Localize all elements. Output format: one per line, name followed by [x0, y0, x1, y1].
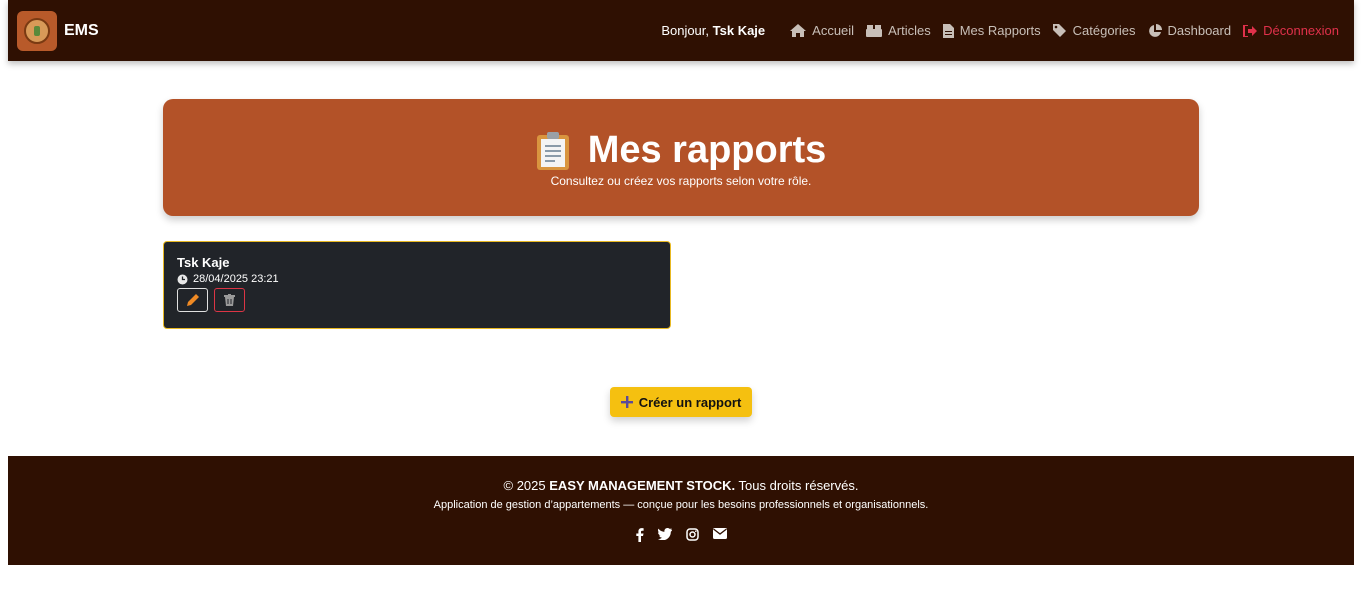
envelope-icon — [712, 528, 727, 539]
facebook-link[interactable] — [635, 528, 644, 542]
clock-icon — [177, 274, 188, 284]
create-report-label: Créer un rapport — [638, 394, 742, 410]
instagram-link[interactable] — [685, 528, 699, 542]
tags-icon — [1052, 24, 1066, 37]
nav-link-label: Dashboard — [1167, 23, 1232, 38]
brand-name: EMS — [64, 21, 99, 39]
nav-menu: Bonjour, Tsk Kaje Accueil Articles Mes R… — [661, 23, 1339, 38]
social-links — [8, 528, 1354, 542]
boxes-icon — [866, 24, 883, 37]
chart-pie-icon — [1148, 23, 1162, 37]
file-icon — [942, 23, 954, 38]
nav-link-label: Mes Rapports — [959, 23, 1041, 38]
page-header-banner: Mes rapports Consultez ou créez vos rapp… — [163, 99, 1199, 216]
clipboard-icon — [536, 131, 569, 170]
create-report-button[interactable]: Créer un rapport — [610, 387, 752, 417]
home-icon — [790, 24, 807, 37]
nav-link-label: Catégories — [1072, 23, 1136, 38]
report-actions — [177, 288, 657, 312]
nav-link-label: Articles — [888, 23, 931, 38]
twitter-link[interactable] — [657, 528, 672, 542]
footer-tagline: Application de gestion d’appartements — … — [433, 499, 929, 511]
page-title-row: Mes rapports — [163, 129, 1199, 172]
footer: © 2025 EASY MANAGEMENT STOCK. Tous droit… — [8, 456, 1354, 565]
plus-icon — [620, 396, 633, 408]
nav-link-dashboard[interactable]: Dashboard — [1148, 23, 1232, 38]
trash-icon — [224, 294, 235, 306]
nav-link-mes-rapports[interactable]: Mes Rapports — [942, 23, 1041, 38]
email-link[interactable] — [712, 528, 727, 542]
navbar: EMS Bonjour, Tsk Kaje Accueil Articles M… — [8, 0, 1354, 61]
logout-label: Déconnexion — [1263, 23, 1339, 38]
facebook-icon — [635, 528, 644, 542]
twitter-icon — [657, 528, 672, 540]
company-name: EASY MANAGEMENT STOCK. — [549, 478, 736, 493]
nav-link-accueil[interactable]: Accueil — [790, 23, 854, 38]
page-subtitle: Consultez ou créez vos rapports selon vo… — [550, 174, 812, 188]
rights-text: Tous droits réservés. — [738, 478, 859, 493]
pencil-icon — [186, 294, 199, 306]
nav-link-categories[interactable]: Catégories — [1052, 23, 1136, 38]
report-datetime: 28/04/2025 23:21 — [193, 273, 279, 285]
brand[interactable]: EMS — [17, 10, 99, 51]
copyright-prefix: © 2025 — [503, 478, 546, 493]
app-logo — [17, 10, 57, 51]
sign-out-icon — [1243, 24, 1258, 37]
report-author: Tsk Kaje — [177, 255, 230, 270]
delete-report-button[interactable] — [214, 288, 245, 312]
instagram-icon — [685, 528, 699, 541]
report-card: Tsk Kaje 28/04/2025 23:21 — [163, 241, 671, 329]
user-greeting: Bonjour, Tsk Kaje — [661, 23, 765, 38]
edit-report-button[interactable] — [177, 288, 208, 312]
report-date-row: 28/04/2025 23:21 — [177, 273, 657, 285]
greeting-prefix: Bonjour, — [661, 23, 710, 38]
page-title: Mes rapports — [587, 129, 827, 171]
greeting-user-name: Tsk Kaje — [712, 23, 766, 38]
nav-link-label: Accueil — [812, 23, 855, 38]
logout-link[interactable]: Déconnexion — [1243, 23, 1339, 38]
footer-copyright: © 2025 EASY MANAGEMENT STOCK. Tous droit… — [8, 478, 1354, 493]
nav-link-articles[interactable]: Articles — [866, 23, 931, 38]
